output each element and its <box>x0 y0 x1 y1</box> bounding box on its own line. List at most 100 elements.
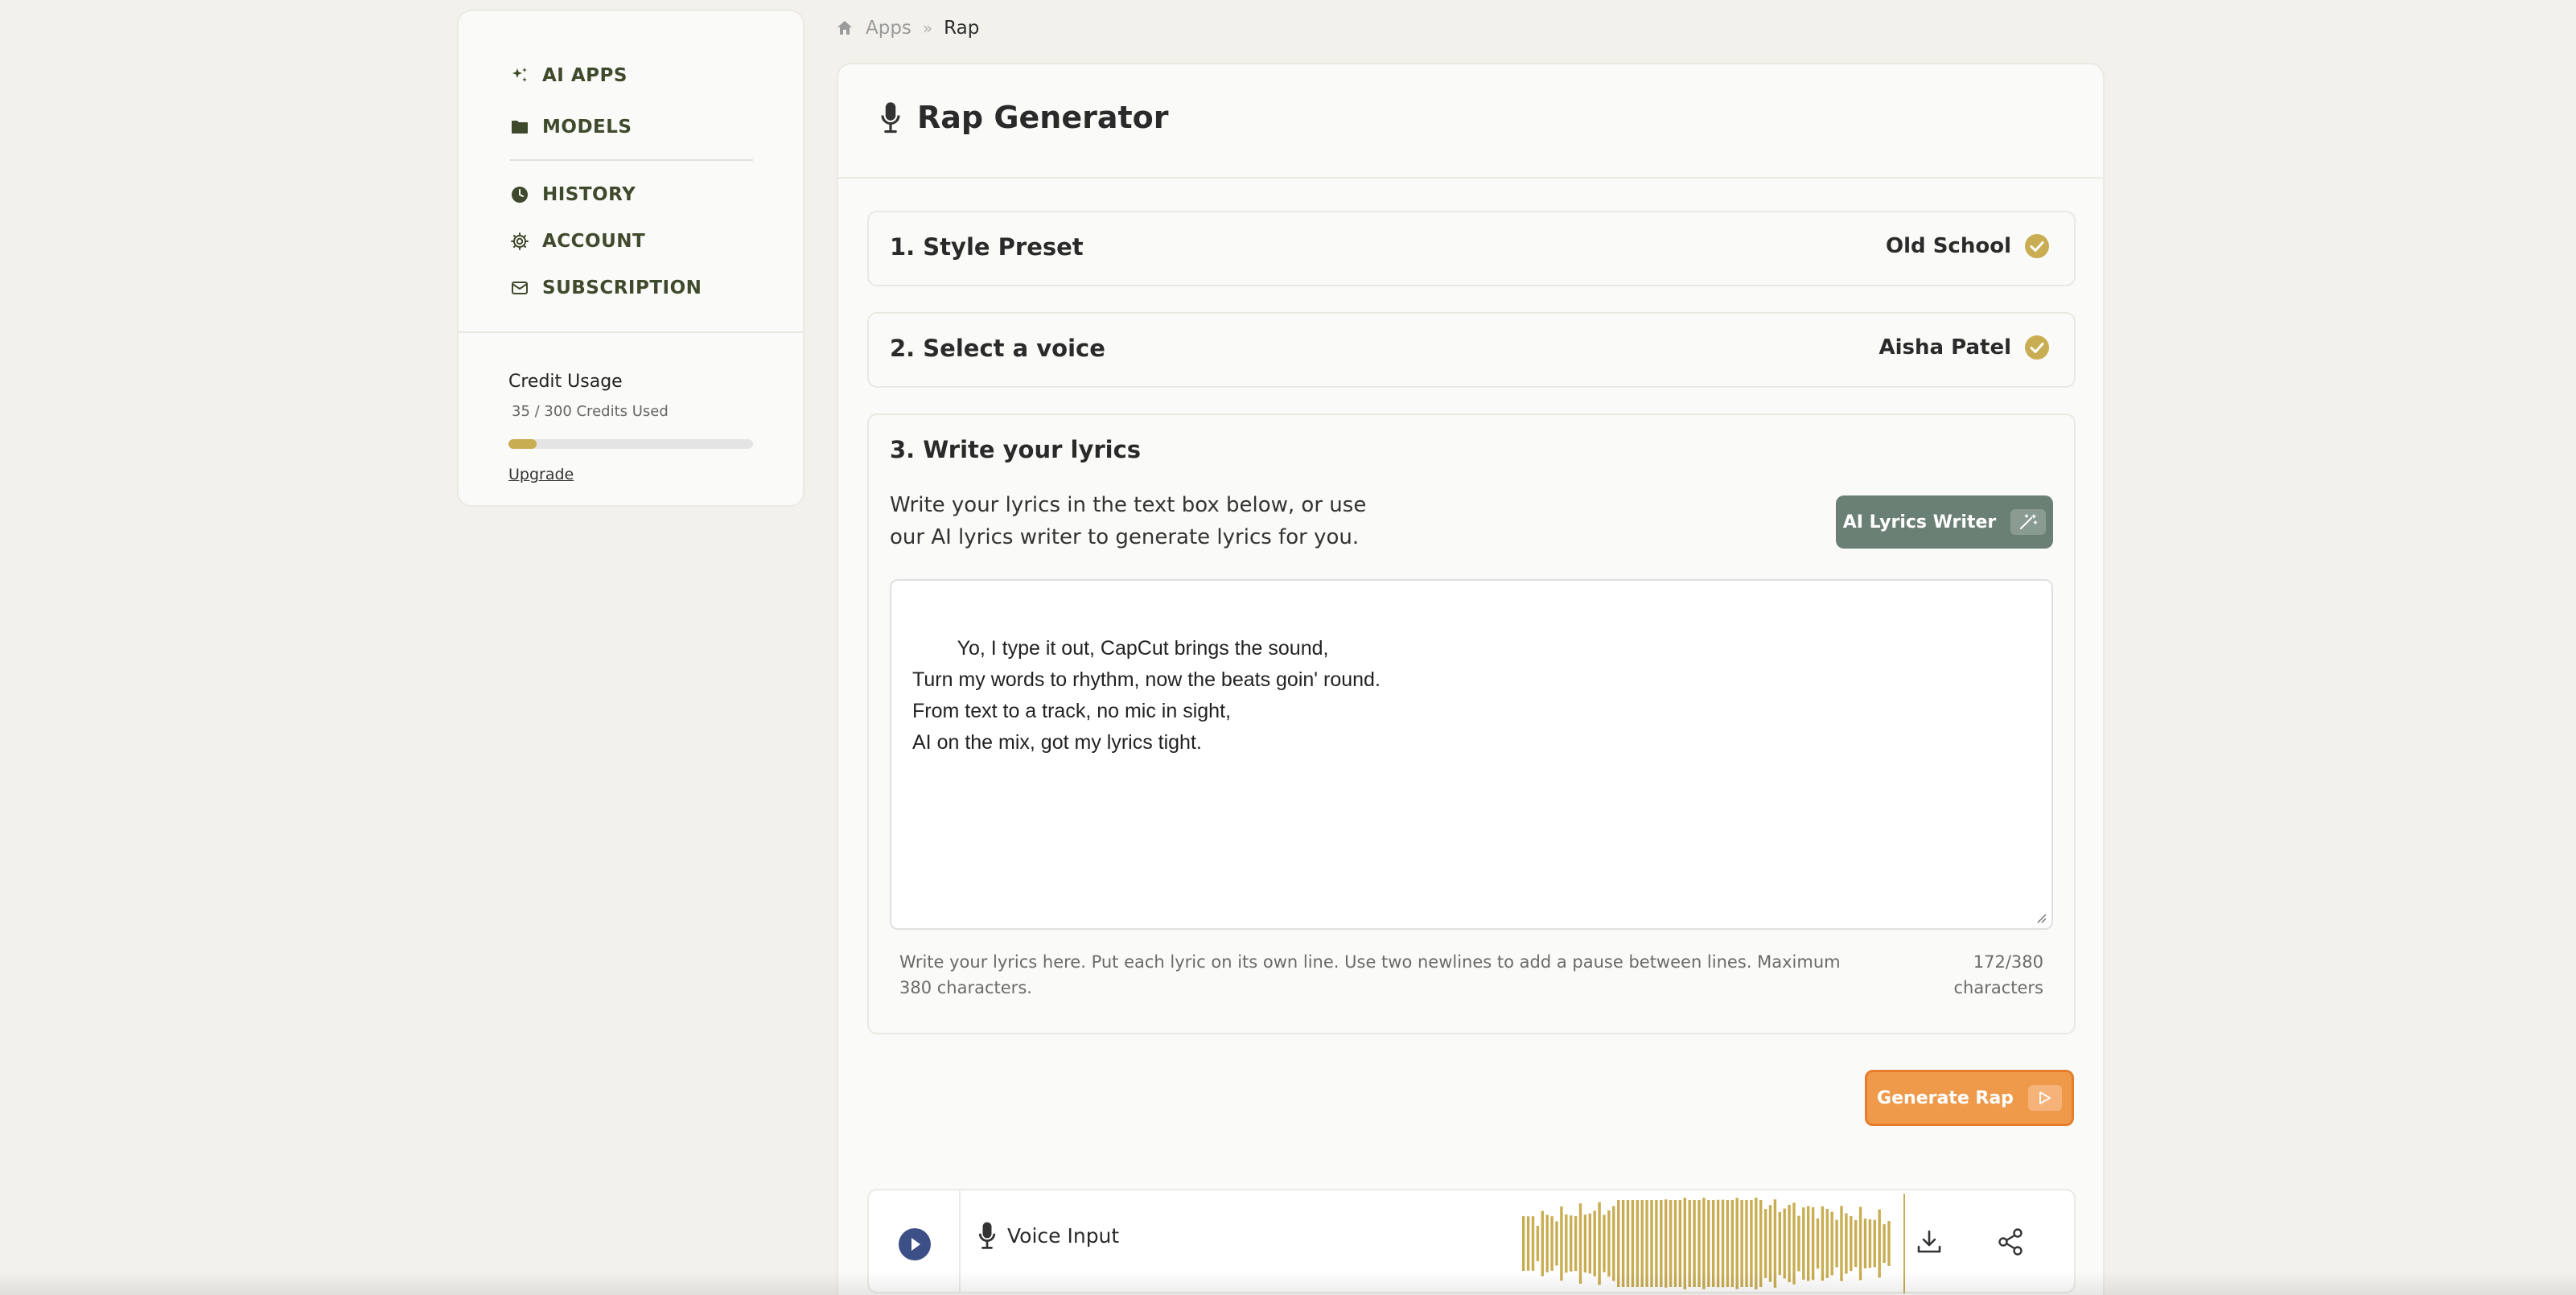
waveform-bar <box>1627 1200 1629 1287</box>
sidebar: AI APPS MODELS HISTORY ACCOUNT SUBSCRIPT… <box>457 10 804 507</box>
waveform-bar <box>1589 1214 1591 1274</box>
ai-lyrics-writer-button[interactable]: AI Lyrics Writer <box>1836 495 2053 549</box>
waveform-bar <box>1674 1200 1677 1287</box>
waveform-bar <box>1779 1212 1781 1275</box>
waveform-bar <box>1574 1216 1577 1271</box>
waveform-bar <box>1565 1215 1567 1272</box>
waveform-bar <box>1887 1221 1890 1266</box>
sidebar-item-label: HISTORY <box>542 184 636 205</box>
waveform-bar <box>1717 1200 1719 1288</box>
magic-wand-icon <box>2010 509 2046 535</box>
credit-usage-title: Credit Usage <box>508 372 623 392</box>
page-title-text: Rap Generator <box>917 100 1169 135</box>
waveform-bar <box>1835 1219 1837 1267</box>
sidebar-item-label: ACCOUNT <box>542 231 645 252</box>
step-title: 3. Write your lyrics <box>890 436 1141 463</box>
waveform-bar <box>1546 1215 1549 1272</box>
waveform-bar <box>1693 1200 1695 1287</box>
play-icon[interactable] <box>898 1227 932 1261</box>
page-title: Rap Generator <box>879 100 1169 135</box>
check-badge-icon <box>2024 233 2050 259</box>
voice-select-step[interactable]: 2. Select a voice Aisha Patel <box>867 312 2076 388</box>
waveform-bar <box>1570 1215 1572 1272</box>
waveform-bar <box>1707 1200 1710 1287</box>
upgrade-link[interactable]: Upgrade <box>508 466 574 483</box>
waveform-bar <box>1788 1205 1790 1282</box>
voice-input-label: Voice Input <box>978 1221 1119 1250</box>
sidebar-item-label: AI APPS <box>542 65 628 86</box>
lyrics-textarea[interactable]: Yo, I type it out, CapCut brings the sou… <box>890 579 2053 930</box>
sidebar-item-subscription[interactable]: SUBSCRIPTION <box>510 270 702 306</box>
waveform-bar <box>1883 1224 1885 1263</box>
voice-input-text: Voice Input <box>1007 1224 1119 1248</box>
gear-icon <box>510 232 529 251</box>
waveform-bar <box>1755 1198 1757 1289</box>
waveform-bar <box>1869 1219 1871 1268</box>
credit-progress-fill <box>508 439 537 449</box>
waveform-bar <box>1750 1200 1752 1287</box>
waveform-bar <box>1845 1213 1847 1273</box>
generate-rap-button[interactable]: Generate Rap <box>1865 1070 2074 1126</box>
main-panel: Rap Generator 1. Style Preset Old School… <box>837 63 2105 1295</box>
sidebar-item-label: MODELS <box>542 117 632 138</box>
waveform-bar <box>1764 1209 1767 1278</box>
waveform-bar <box>1650 1200 1652 1287</box>
microphone-icon <box>978 1221 996 1250</box>
waveform-bar <box>1826 1209 1829 1278</box>
page-header: Rap Generator <box>838 64 2103 179</box>
waveform-bar <box>1792 1202 1795 1284</box>
audio-player: Voice Input <box>867 1189 2076 1293</box>
resize-handle-icon[interactable] <box>2035 912 2047 923</box>
character-count: 172/380 characters <box>1931 949 2043 1001</box>
waveform-bar <box>1812 1207 1814 1280</box>
check-badge-icon <box>2024 335 2050 360</box>
waveform-bar <box>1874 1220 1876 1268</box>
waveform-bar <box>1584 1215 1586 1272</box>
waveform-bar <box>1679 1200 1681 1287</box>
app-page: AI APPS MODELS HISTORY ACCOUNT SUBSCRIPT… <box>0 0 2576 1295</box>
microphone-icon <box>879 101 903 134</box>
waveform[interactable] <box>1520 1194 1907 1293</box>
download-icon[interactable] <box>1915 1227 1944 1256</box>
sidebar-item-history[interactable]: HISTORY <box>510 177 636 212</box>
breadcrumb-apps[interactable]: Apps <box>866 18 911 39</box>
play-icon <box>2028 1085 2062 1111</box>
waveform-bar <box>1859 1207 1862 1280</box>
waveform-bar <box>1726 1200 1729 1287</box>
share-icon[interactable] <box>1997 1227 2024 1256</box>
waveform-bar <box>1831 1212 1833 1276</box>
waveform-bar <box>1807 1206 1809 1281</box>
playhead-line[interactable] <box>1903 1194 1905 1293</box>
waveform-bar <box>1560 1207 1562 1281</box>
waveform-bar <box>1740 1200 1743 1287</box>
waveform-bar <box>1817 1219 1819 1268</box>
waveform-bar <box>1641 1200 1644 1287</box>
voice-select-value: Aisha Patel <box>1879 335 2051 360</box>
folder-icon <box>510 117 529 137</box>
waveform-bar <box>1612 1206 1615 1281</box>
waveform-bar <box>1660 1200 1662 1287</box>
nav-divider <box>510 159 753 161</box>
lyrics-step: 3. Write your lyrics Write your lyrics i… <box>867 413 2076 1034</box>
waveform-bar <box>1784 1208 1786 1278</box>
waveform-bar <box>1759 1200 1762 1287</box>
sidebar-item-account[interactable]: ACCOUNT <box>510 224 645 259</box>
style-preset-step[interactable]: 1. Style Preset Old School <box>867 211 2076 286</box>
waveform-bar <box>1636 1200 1639 1287</box>
waveform-bar <box>1617 1200 1619 1287</box>
waveform-bar <box>1537 1226 1539 1261</box>
sidebar-divider <box>459 331 803 333</box>
waveform-bar <box>1684 1198 1686 1289</box>
waveform-bar <box>1797 1216 1800 1272</box>
waveform-bar <box>1802 1207 1804 1280</box>
waveform-bar <box>1607 1211 1610 1276</box>
waveform-bar <box>1736 1198 1739 1289</box>
waveform-bar <box>1669 1200 1672 1287</box>
waveform-bar <box>1712 1200 1714 1287</box>
sidebar-item-ai-apps[interactable]: AI APPS <box>510 58 628 93</box>
sidebar-item-models[interactable]: MODELS <box>510 109 632 145</box>
waveform-bar <box>1769 1205 1772 1282</box>
waveform-bar <box>1722 1200 1724 1288</box>
home-icon[interactable] <box>835 18 854 38</box>
breadcrumb: Apps » Rap <box>835 14 979 42</box>
